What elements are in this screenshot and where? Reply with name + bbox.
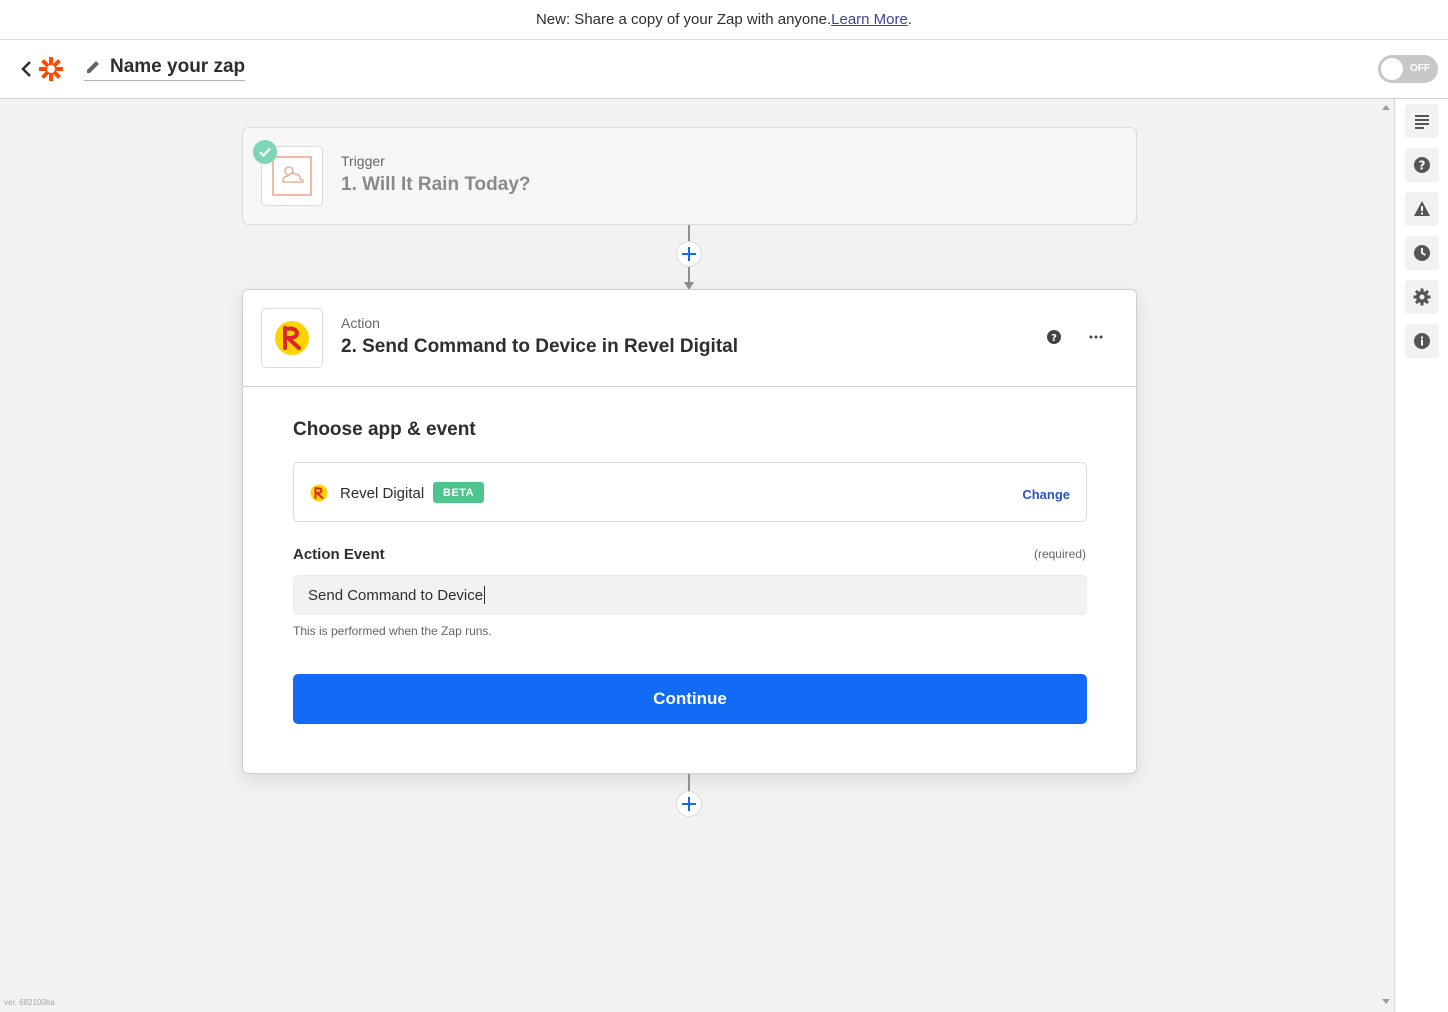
step-help-button[interactable]: ? [1045, 328, 1063, 346]
revel-digital-logo-icon [310, 484, 328, 502]
trigger-label: Trigger [341, 153, 385, 169]
editor-header: Name your zap OFF [0, 40, 1448, 99]
add-step-button[interactable] [676, 791, 702, 817]
toggle-label: OFF [1410, 63, 1430, 74]
zap-on-off-toggle[interactable]: OFF [1378, 55, 1438, 83]
banner-suffix: . [907, 11, 913, 28]
right-sidebar: ? [1396, 99, 1448, 1012]
action-event-help-text: This is performed when the Zap runs. [293, 624, 492, 638]
required-indicator: (required) [1033, 547, 1086, 561]
action-step-header[interactable]: Action 2. Send Command to Device in Reve… [243, 290, 1136, 387]
svg-text:?: ? [1419, 159, 1426, 173]
app-selector[interactable]: Revel Digital BETA Change [293, 462, 1087, 522]
settings-button[interactable] [1405, 280, 1439, 314]
action-title: 2. Send Command to Device in Revel Digit… [341, 336, 738, 357]
learn-more-link[interactable]: Learn More [831, 11, 908, 28]
more-horizontal-icon [1089, 335, 1103, 339]
settings-icon [1413, 288, 1431, 306]
list-icon [1415, 115, 1429, 129]
history-button[interactable] [1405, 236, 1439, 270]
action-event-select[interactable]: Send Command to Device [293, 575, 1087, 615]
plus-icon [682, 247, 696, 261]
plus-icon [682, 797, 696, 811]
action-event-value: Send Command to Device [308, 586, 484, 604]
back-button[interactable] [20, 59, 34, 79]
outline-button[interactable] [1405, 104, 1439, 138]
zap-name: Name your zap [110, 56, 246, 77]
help-icon: ? [1047, 330, 1061, 344]
weather-cloud-icon [272, 156, 312, 196]
toggle-knob [1381, 58, 1403, 80]
help-button[interactable]: ? [1405, 148, 1439, 182]
svg-text:?: ? [1051, 333, 1057, 344]
banner-text: New: Share a copy of your Zap with anyon… [535, 11, 832, 28]
section-title: Choose app & event [293, 419, 476, 440]
alerts-button[interactable] [1405, 192, 1439, 226]
warning-icon [1414, 201, 1430, 216]
text-caret [484, 586, 486, 604]
zap-name-editor[interactable]: Name your zap [84, 56, 246, 81]
selected-app-name: Revel Digital [340, 485, 425, 502]
revel-digital-logo-icon [275, 321, 309, 355]
action-label: Action [341, 315, 380, 331]
zapier-logo-icon[interactable] [38, 56, 64, 82]
action-event-label: Action Event [293, 546, 385, 563]
step-complete-check-icon [253, 140, 277, 164]
pencil-icon [87, 61, 99, 73]
info-icon [1414, 333, 1430, 349]
info-button[interactable] [1405, 324, 1439, 358]
trigger-step-card[interactable]: Trigger 1. Will It Rain Today? [242, 127, 1137, 225]
trigger-title: 1. Will It Rain Today? [341, 174, 531, 195]
step-more-options-button[interactable] [1087, 328, 1105, 346]
action-step-card: Action 2. Send Command to Device in Reve… [242, 289, 1137, 774]
history-icon [1414, 245, 1430, 261]
action-app-tile [261, 308, 323, 368]
scrollbar[interactable] [1378, 99, 1395, 1012]
scroll-down-arrow-icon[interactable] [1382, 999, 1390, 1004]
help-icon: ? [1414, 157, 1430, 173]
change-app-link[interactable]: Change [1022, 487, 1070, 502]
announcement-banner: New: Share a copy of your Zap with anyon… [0, 0, 1448, 40]
continue-button[interactable]: Continue [293, 674, 1087, 724]
add-step-button[interactable] [676, 241, 702, 267]
version-label: ver. 682100ba [4, 998, 55, 1007]
step-connector [688, 774, 690, 792]
scroll-up-arrow-icon[interactable] [1382, 105, 1390, 110]
chevron-left-icon [21, 61, 31, 77]
beta-badge: BETA [433, 482, 484, 503]
